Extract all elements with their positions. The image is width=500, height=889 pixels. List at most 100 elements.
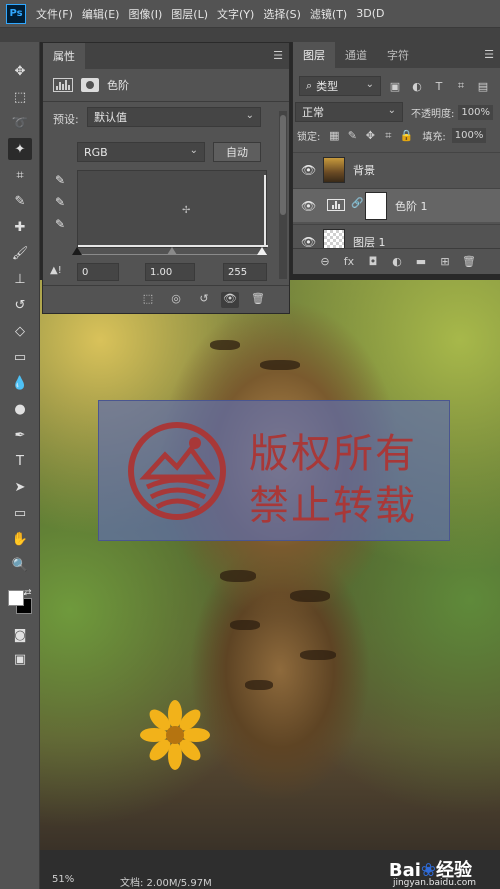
- panel-menu-icon[interactable]: ☰: [484, 48, 494, 61]
- view-previous-state-icon[interactable]: ◎: [167, 292, 185, 308]
- blur-tool-icon[interactable]: 💧: [8, 372, 32, 394]
- link-layers-icon[interactable]: ⊖: [317, 255, 333, 268]
- cat-stripe: [300, 650, 336, 660]
- zoom-level[interactable]: 51%: [52, 874, 74, 885]
- lock-artboard-icon[interactable]: ⌗: [380, 129, 396, 143]
- blend-mode-dropdown[interactable]: 正常 ⌄: [295, 102, 403, 122]
- filter-type-icon[interactable]: T: [431, 80, 447, 93]
- white-point-handle[interactable]: [257, 247, 267, 255]
- lock-all-icon[interactable]: 🔒: [398, 129, 414, 142]
- magic-wand-tool-icon[interactable]: ✦: [8, 138, 32, 160]
- pen-tool-icon[interactable]: ✒: [8, 424, 32, 446]
- clipping-warning-icon[interactable]: ▲!: [50, 265, 62, 276]
- black-point-eyedropper-icon[interactable]: ✎: [52, 173, 68, 189]
- eyedropper-tool-icon[interactable]: ✎: [8, 190, 32, 212]
- visibility-eye-icon[interactable]: 👁: [221, 292, 239, 308]
- tab-channels[interactable]: 通道: [335, 42, 377, 68]
- zoom-tool-icon[interactable]: 🔍: [8, 554, 32, 576]
- input-white-field[interactable]: 255: [223, 263, 267, 281]
- channel-dropdown[interactable]: RGB ⌄: [77, 142, 205, 162]
- screen-mode-icon[interactable]: ▣: [8, 648, 32, 670]
- layer-mask-thumbnail[interactable]: [365, 192, 387, 220]
- marquee-tool-icon[interactable]: ⬚: [8, 86, 32, 108]
- input-black-field[interactable]: 0: [77, 263, 119, 281]
- dodge-tool-icon[interactable]: ●: [8, 398, 32, 420]
- watermark-text-line1: 版权所有: [249, 431, 417, 477]
- visibility-eye-icon[interactable]: 👁: [301, 235, 316, 248]
- delete-icon[interactable]: 🗑: [249, 292, 267, 308]
- lock-position-icon[interactable]: ✥: [362, 129, 378, 142]
- white-point-eyedropper-icon[interactable]: ✎: [52, 217, 68, 233]
- opacity-field[interactable]: 100%: [458, 104, 493, 120]
- visibility-eye-icon[interactable]: 👁: [301, 163, 316, 177]
- fill-label: 填充:: [422, 132, 446, 143]
- gradient-tool-icon[interactable]: ▭: [8, 346, 32, 368]
- layer-name: 色阶 1: [395, 200, 428, 213]
- brush-tool-icon[interactable]: 🖌: [8, 242, 32, 264]
- document-canvas[interactable]: 版权所有 禁止转载: [40, 280, 500, 850]
- foreground-color-swatch[interactable]: [8, 590, 24, 606]
- rectangle-tool-icon[interactable]: ▭: [8, 502, 32, 524]
- chevron-down-icon: ⌄: [189, 145, 198, 156]
- tab-character[interactable]: 字符: [377, 42, 419, 68]
- layer-row-background[interactable]: 👁 背景: [293, 152, 500, 186]
- delete-layer-icon[interactable]: 🗑: [461, 255, 477, 268]
- black-point-handle[interactable]: [72, 247, 82, 255]
- lock-image-icon[interactable]: ✎: [344, 129, 360, 142]
- history-brush-tool-icon[interactable]: ↺: [8, 294, 32, 316]
- input-gamma-field[interactable]: 1.00: [145, 263, 195, 281]
- watermark-overlay: 版权所有 禁止转载: [98, 400, 450, 541]
- new-adjustment-layer-icon[interactable]: ◐: [389, 255, 405, 268]
- menu-select[interactable]: 选择(S): [263, 6, 301, 22]
- type-tool-icon[interactable]: T: [8, 450, 32, 472]
- path-selection-tool-icon[interactable]: ➤: [8, 476, 32, 498]
- clone-stamp-tool-icon[interactable]: ⊥: [8, 268, 32, 290]
- menu-type[interactable]: 文字(Y): [217, 6, 254, 22]
- new-layer-icon[interactable]: ⊞: [437, 255, 453, 268]
- reset-icon[interactable]: ↺: [195, 292, 213, 308]
- move-tool-icon[interactable]: ✥: [8, 60, 32, 82]
- clip-to-layer-icon[interactable]: ⬚: [139, 292, 157, 308]
- layer-row-levels[interactable]: 👁 🔗 色阶 1: [293, 188, 500, 222]
- eraser-tool-icon[interactable]: ◇: [8, 320, 32, 342]
- swap-colors-icon[interactable]: ⇄: [24, 588, 34, 598]
- menu-3d[interactable]: 3D(D: [356, 7, 384, 20]
- lasso-tool-icon[interactable]: ➰: [8, 112, 32, 134]
- tab-layers[interactable]: 图层: [293, 42, 335, 68]
- layer-row-layer1[interactable]: 👁 图层 1: [293, 224, 500, 248]
- scroll-thumb[interactable]: [280, 115, 286, 215]
- filter-pixel-icon[interactable]: ▣: [387, 80, 403, 93]
- filter-shape-icon[interactable]: ⌗: [453, 79, 469, 93]
- fill-field[interactable]: 100%: [451, 128, 487, 143]
- auto-button[interactable]: 自动: [213, 142, 261, 162]
- filter-smart-object-icon[interactable]: ▤: [475, 80, 491, 93]
- menu-edit[interactable]: 编辑(E): [82, 6, 120, 22]
- filter-adjustment-icon[interactable]: ◐: [409, 80, 425, 93]
- crop-tool-icon[interactable]: ⌗: [8, 164, 32, 186]
- menu-filter[interactable]: 滤镜(T): [310, 6, 347, 22]
- histogram: ✢: [77, 170, 268, 248]
- menu-layer[interactable]: 图层(L): [171, 6, 208, 22]
- quick-mask-icon[interactable]: ◙: [8, 624, 32, 646]
- tab-properties[interactable]: 属性: [43, 43, 85, 69]
- layer-mask-icon[interactable]: [81, 78, 99, 92]
- new-group-icon[interactable]: ▬: [413, 255, 429, 268]
- add-mask-icon[interactable]: ◘: [365, 255, 381, 268]
- menu-file[interactable]: 文件(F): [36, 6, 73, 22]
- hand-tool-icon[interactable]: ✋: [8, 528, 32, 550]
- panel-menu-icon[interactable]: ☰: [273, 49, 283, 62]
- filter-kind-dropdown[interactable]: ⌕ 类型 ⌄: [299, 76, 381, 96]
- crosshair-icon: ✢: [182, 205, 191, 216]
- properties-scrollbar[interactable]: [279, 111, 287, 279]
- gray-point-eyedropper-icon[interactable]: ✎: [52, 195, 68, 211]
- gamma-handle[interactable]: [167, 247, 177, 255]
- divider: [43, 101, 289, 102]
- lock-transparent-icon[interactable]: ▦: [326, 129, 342, 142]
- layer-style-icon[interactable]: fx: [341, 255, 357, 268]
- menu-image[interactable]: 图像(I): [128, 6, 162, 22]
- channel-value: RGB: [84, 145, 108, 159]
- preset-dropdown[interactable]: 默认值 ⌄: [87, 107, 261, 127]
- link-icon[interactable]: 🔗: [351, 198, 363, 209]
- visibility-eye-icon[interactable]: 👁: [301, 199, 316, 213]
- healing-brush-tool-icon[interactable]: ✚: [8, 216, 32, 238]
